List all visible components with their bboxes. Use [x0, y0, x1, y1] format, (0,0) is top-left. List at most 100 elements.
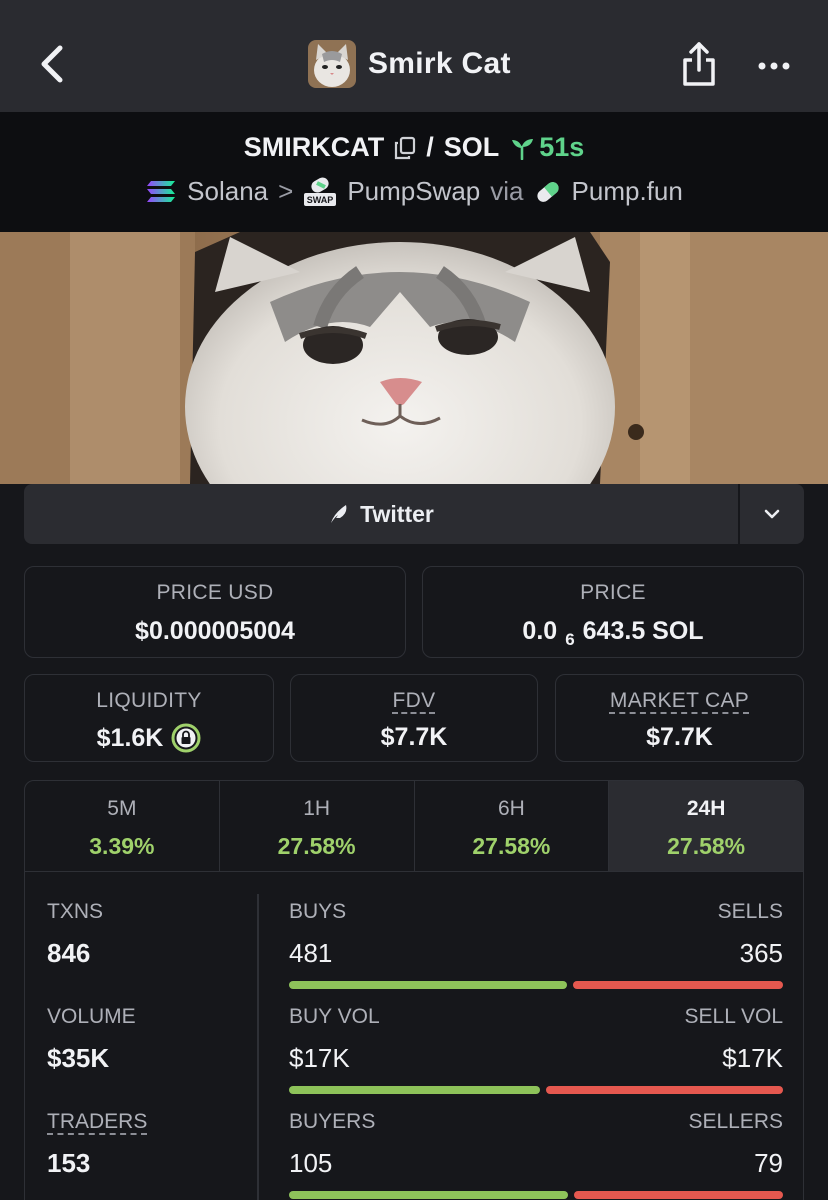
- market-cap-label: MARKET CAP: [556, 689, 803, 713]
- trade-stats-panel: TXNS 846 BUYS SELLS 481 365 VOLUME $35K …: [24, 872, 804, 1200]
- socials-dropdown-toggle[interactable]: [738, 484, 804, 544]
- volume-value: $35K: [47, 1043, 110, 1073]
- sprout-icon: [512, 138, 534, 160]
- sells-label: SELLS: [717, 900, 783, 923]
- base-symbol: SMIRKCAT: [243, 132, 385, 162]
- txns-label: TXNS: [47, 900, 104, 923]
- price-usd-card: PRICE USD $0.000005004: [24, 566, 406, 658]
- pair-separator: /: [426, 132, 434, 162]
- copy-icon[interactable]: [394, 136, 416, 160]
- pumpfun-pill-icon: [536, 181, 559, 202]
- share-icon[interactable]: [680, 40, 718, 88]
- pumpswap-badge-text: SWAP: [307, 195, 334, 205]
- traders-stat: TRADERS 153: [47, 1110, 147, 1179]
- price-native-value: 0.0 6 643.5 SOL: [423, 617, 803, 649]
- solana-icon: [147, 180, 176, 202]
- tab-5m[interactable]: 5M 3.39%: [25, 781, 220, 871]
- chain-name[interactable]: Solana: [187, 176, 268, 207]
- chain-chevron: >: [278, 176, 294, 206]
- liquidity-value: $1.6K: [96, 723, 164, 752]
- tab-1h[interactable]: 1H 27.58%: [220, 781, 415, 871]
- sell-vol-bar-fill: [546, 1086, 783, 1094]
- price-usd-value: $0.000005004: [135, 617, 295, 645]
- sellers-value: 79: [754, 1148, 783, 1178]
- quote-symbol: SOL: [443, 132, 500, 162]
- buys-sells-bar: [289, 981, 783, 989]
- buys-value: 481: [289, 938, 333, 968]
- fdv-label: FDV: [291, 689, 537, 713]
- liquidity-card: LIQUIDITY $1.6K: [24, 674, 274, 762]
- timeframe-tabs: 5M 3.39% 1H 27.58% 6H 27.58% 24H 27.58%: [24, 780, 804, 872]
- traders-value: 153: [47, 1148, 91, 1178]
- price-usd-label: PRICE USD: [156, 581, 274, 604]
- price-zero-count: 6: [565, 629, 575, 649]
- top-nav-bar: Smirk Cat: [0, 0, 828, 112]
- tab-change: 27.58%: [277, 833, 356, 859]
- stats-divider: [257, 894, 259, 1200]
- buyers-bar-fill: [289, 1191, 568, 1199]
- market-cap-value: $7.7K: [646, 723, 713, 751]
- launchpad-name[interactable]: Pump.fun: [572, 176, 683, 207]
- pair-info-bar: SMIRKCAT / SOL 51s Solana > SWAP PumpSwa…: [0, 112, 828, 232]
- via-text: via: [490, 176, 524, 206]
- dex-name[interactable]: PumpSwap: [347, 176, 480, 207]
- buys-label: BUYS: [289, 900, 347, 923]
- price-suffix: 643.5 SOL: [582, 617, 704, 645]
- txns-stat: TXNS 846: [47, 900, 103, 969]
- volume-label: VOLUME: [47, 1005, 136, 1028]
- token-avatar: [308, 40, 356, 88]
- sellers-label: SELLERS: [688, 1110, 783, 1133]
- sellers-bar-fill: [574, 1191, 783, 1199]
- buy-sell-volume-stat: BUY VOL SELL VOL $17K $17K: [289, 1005, 783, 1094]
- market-cap-label-text[interactable]: MARKET CAP: [610, 689, 749, 712]
- more-dots-icon[interactable]: [756, 54, 792, 78]
- buy-vol-bar-fill: [289, 1086, 540, 1094]
- pumpswap-icon: SWAP: [304, 177, 337, 206]
- token-banner-image: [0, 232, 828, 484]
- buyers-value: 105: [289, 1148, 333, 1178]
- buyers-sellers-stat: BUYERS SELLERS 105 79: [289, 1110, 783, 1199]
- pair-line: SMIRKCAT / SOL 51s: [0, 132, 828, 163]
- tab-24h[interactable]: 24H 27.58%: [609, 781, 803, 871]
- social-links-row: Twitter: [24, 484, 804, 544]
- buyers-label: BUYERS: [289, 1110, 376, 1133]
- buy-sell-volume-bar: [289, 1086, 783, 1094]
- tab-change: 27.58%: [472, 833, 551, 859]
- txns-value: 846: [47, 938, 91, 968]
- fdv-value: $7.7K: [380, 723, 448, 751]
- liquidity-label: LIQUIDITY: [96, 689, 202, 712]
- market-cap-card: MARKET CAP $7.7K: [555, 674, 804, 762]
- chevron-down-icon: [764, 509, 780, 519]
- sells-bar-fill: [573, 981, 783, 989]
- volume-stat: VOLUME $35K: [47, 1005, 136, 1074]
- buys-bar-fill: [289, 981, 567, 989]
- price-native-card: PRICE 0.0 6 643.5 SOL: [422, 566, 804, 658]
- twitter-label: Twitter: [360, 500, 434, 527]
- buys-sells-stat: BUYS SELLS 481 365: [289, 900, 783, 989]
- lock-icon[interactable]: [171, 723, 201, 753]
- traders-label[interactable]: TRADERS: [47, 1110, 147, 1134]
- tab-label: 24H: [686, 797, 726, 820]
- feather-icon: [331, 505, 347, 523]
- chevron-left-icon[interactable]: [36, 44, 68, 84]
- twitter-button[interactable]: Twitter: [24, 484, 738, 544]
- sell-vol-label: SELL VOL: [684, 1005, 783, 1028]
- page-title: Smirk Cat: [368, 47, 511, 80]
- buyers-sellers-bar: [289, 1191, 783, 1199]
- fdv-label-text[interactable]: FDV: [393, 689, 436, 712]
- buy-vol-value: $17K: [289, 1043, 350, 1073]
- tab-change: 3.39%: [89, 833, 155, 859]
- fdv-card: FDV $7.7K: [290, 674, 538, 762]
- tab-label: 1H: [303, 797, 331, 820]
- liquidity-value-row: $1.6K: [25, 723, 273, 753]
- price-native-label: PRICE: [580, 581, 646, 604]
- sells-value: 365: [739, 938, 783, 968]
- chain-route: Solana > SWAP PumpSwap via Pump.fun: [0, 176, 828, 207]
- tab-6h[interactable]: 6H 27.58%: [415, 781, 610, 871]
- tab-change: 27.58%: [667, 833, 746, 859]
- tab-label: 5M: [107, 797, 137, 820]
- token-title-group: Smirk Cat: [308, 40, 511, 88]
- sell-vol-value: $17K: [722, 1043, 783, 1073]
- buy-vol-label: BUY VOL: [289, 1005, 380, 1028]
- tab-label: 6H: [497, 797, 525, 820]
